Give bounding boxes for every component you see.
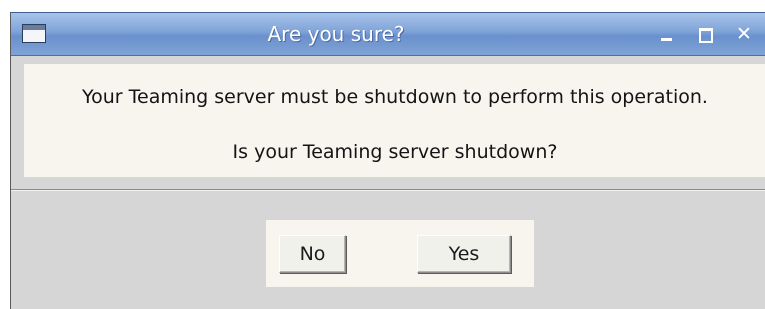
minimize-icon[interactable] [656, 23, 678, 45]
maximize-icon[interactable] [694, 23, 716, 45]
dialog-title: Are you sure? [267, 22, 405, 46]
yes-button[interactable]: Yes [417, 235, 511, 273]
message-text: Your Teaming server must be shutdown to … [82, 86, 708, 108]
message-panel: Your Teaming server must be shutdown to … [24, 64, 765, 177]
button-panel: No Yes [266, 220, 534, 287]
question-text: Is your Teaming server shutdown? [232, 141, 558, 163]
separator [11, 189, 765, 191]
confirm-dialog: Are you sure? ✕ Your Teaming server must… [10, 12, 765, 309]
title-bar[interactable]: Are you sure? ✕ [11, 13, 765, 56]
close-icon[interactable]: ✕ [733, 23, 755, 45]
no-button[interactable]: No [279, 235, 346, 273]
